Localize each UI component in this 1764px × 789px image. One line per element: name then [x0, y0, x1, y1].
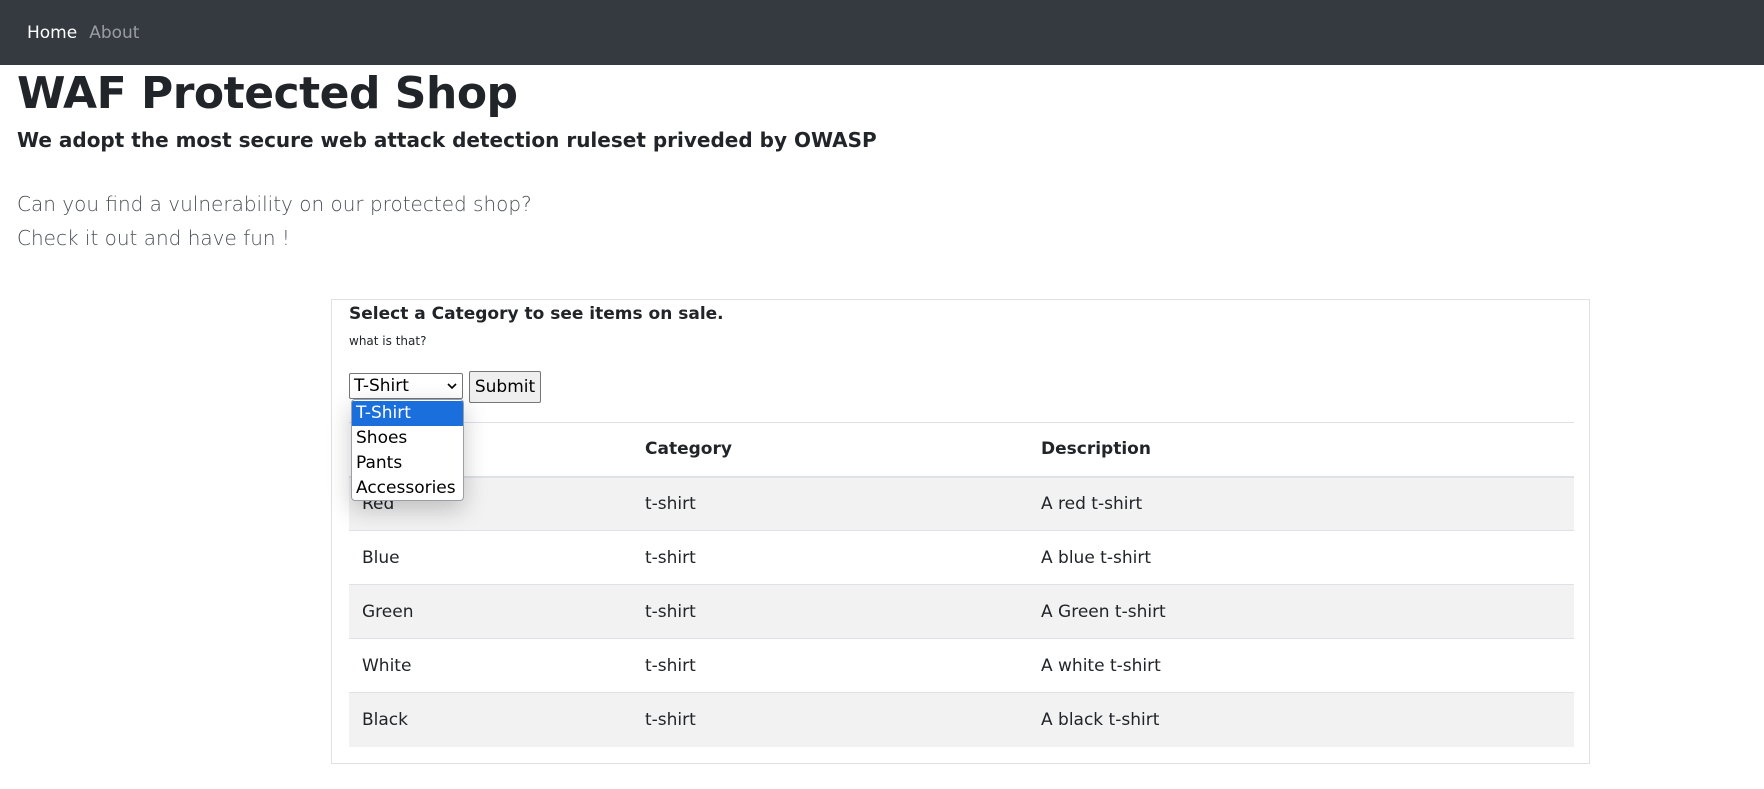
- category-dropdown-list: T-Shirt Shoes Pants Accessories: [351, 399, 464, 501]
- cell-description: A blue t-shirt: [1028, 530, 1574, 585]
- cell-name: Blue: [349, 530, 632, 585]
- cell-category: t-shirt: [632, 638, 1028, 693]
- cell-name: White: [349, 638, 632, 693]
- category-heading: Select a Category to see items on sale.: [349, 304, 724, 324]
- items-table: Name Category Description Red t-shirt A …: [349, 422, 1574, 747]
- cell-description: A Green t-shirt: [1028, 584, 1574, 639]
- shop-card: Select a Category to see items on sale. …: [331, 299, 1590, 764]
- lead-text-line1: Can you find a vulnerability on our prot…: [17, 192, 532, 216]
- navbar: Home About: [0, 0, 1764, 65]
- page-subtitle: We adopt the most secure web attack dete…: [17, 128, 877, 152]
- cell-name: Green: [349, 584, 632, 639]
- dropdown-option-pants[interactable]: Pants: [352, 451, 463, 476]
- category-select[interactable]: T-Shirt: [349, 373, 463, 399]
- cell-category: t-shirt: [632, 476, 1028, 531]
- submit-button[interactable]: Submit: [469, 371, 541, 403]
- cell-description: A black t-shirt: [1028, 692, 1574, 747]
- table-row: Blue t-shirt A blue t-shirt: [349, 530, 1574, 585]
- cell-category: t-shirt: [632, 530, 1028, 585]
- nav-home-link[interactable]: Home: [27, 23, 77, 43]
- dropdown-option-tshirt[interactable]: T-Shirt: [352, 401, 463, 426]
- nav-about-link[interactable]: About: [89, 23, 139, 43]
- category-hint: what is that?: [349, 334, 427, 348]
- dropdown-option-shoes[interactable]: Shoes: [352, 426, 463, 451]
- dropdown-option-accessories[interactable]: Accessories: [352, 476, 463, 500]
- cell-category: t-shirt: [632, 692, 1028, 747]
- table-row: Green t-shirt A Green t-shirt: [349, 584, 1574, 639]
- cell-name: Black: [349, 692, 632, 747]
- column-header-description: Description: [1028, 422, 1574, 478]
- table-row: White t-shirt A white t-shirt: [349, 638, 1574, 693]
- column-header-category: Category: [632, 422, 1028, 478]
- page-title: WAF Protected Shop: [17, 68, 518, 119]
- cell-description: A white t-shirt: [1028, 638, 1574, 693]
- cell-category: t-shirt: [632, 584, 1028, 639]
- table-row: Black t-shirt A black t-shirt: [349, 692, 1574, 747]
- category-select-value: T-Shirt: [354, 376, 409, 396]
- table-header-row: Name Category Description: [349, 422, 1574, 478]
- lead-text-line2: Check it out and have fun !: [17, 226, 290, 250]
- table-row: Red t-shirt A red t-shirt: [349, 476, 1574, 531]
- cell-description: A red t-shirt: [1028, 476, 1574, 531]
